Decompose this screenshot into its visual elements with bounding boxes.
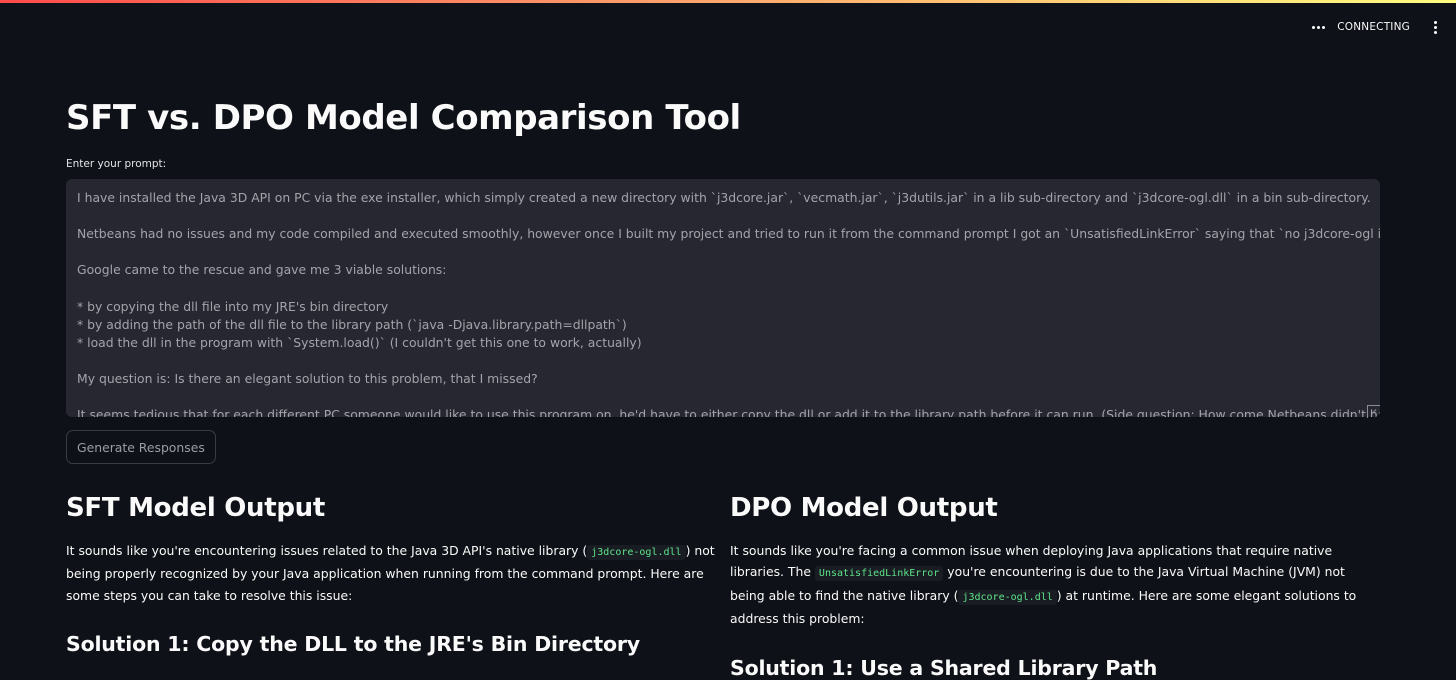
prompt-line: I have installed the Java 3D API on PC v… xyxy=(77,190,1371,205)
dpo-heading: DPO Model Output xyxy=(730,493,998,523)
prompt-line: * by copying the dll file into my JRE's … xyxy=(77,298,389,314)
prompt-line: It seems tedious that for each different… xyxy=(77,407,1380,417)
prompt-line: My question is: Is there an elegant solu… xyxy=(77,370,538,386)
dpo-output-section: DPO Model Output It sounds like you're f… xyxy=(730,490,1380,680)
prompt-line xyxy=(77,207,1369,225)
sft-output-section: SFT Model Output It sounds like you're e… xyxy=(66,490,716,656)
top-decoration-bar xyxy=(0,0,1456,3)
ellipsis-icon xyxy=(1309,18,1327,36)
dpo-inline-code: j3dcore-ogl.dll xyxy=(958,589,1057,605)
generate-responses-button[interactable]: Generate Responses xyxy=(66,430,216,464)
sft-heading: SFT Model Output xyxy=(66,493,326,523)
sft-solution-heading: Solution 1: Copy the DLL to the JRE's Bi… xyxy=(66,632,640,657)
connection-status: CONNECTING xyxy=(1337,21,1410,33)
prompt-line xyxy=(77,388,1369,406)
textarea-resize-handle[interactable] xyxy=(1367,405,1380,418)
sft-intro-text: It sounds like you're encountering issue… xyxy=(66,543,588,558)
dpo-inline-code: UnsatisfiedLinkError xyxy=(814,566,944,582)
page-title: SFT vs. DPO Model Comparison Tool xyxy=(66,98,741,138)
prompt-line xyxy=(77,279,1369,297)
prompt-textarea[interactable]: I have installed the Java 3D API on PC v… xyxy=(66,179,1380,417)
prompt-line xyxy=(77,352,1369,370)
sft-inline-code: j3dcore-ogl.dll xyxy=(587,545,686,560)
prompt-line: * by adding the path of the dll file to … xyxy=(77,316,627,332)
prompt-line: Google came to the rescue and gave me 3 … xyxy=(77,262,447,278)
prompt-label: Enter your prompt: xyxy=(66,158,167,170)
prompt-line xyxy=(77,243,1369,261)
sft-intro-paragraph: It sounds like you're encountering issue… xyxy=(66,540,716,606)
status-area: CONNECTING xyxy=(1309,18,1444,36)
prompt-line: Netbeans had no issues and my code compi… xyxy=(77,226,1380,242)
prompt-line: * load the dll in the program with `Syst… xyxy=(77,334,642,350)
dpo-solution-heading: Solution 1: Use a Shared Library Path xyxy=(730,655,1158,680)
dpo-intro-paragraph: It sounds like you're facing a common is… xyxy=(730,540,1380,630)
main-menu-button[interactable] xyxy=(1426,18,1444,36)
